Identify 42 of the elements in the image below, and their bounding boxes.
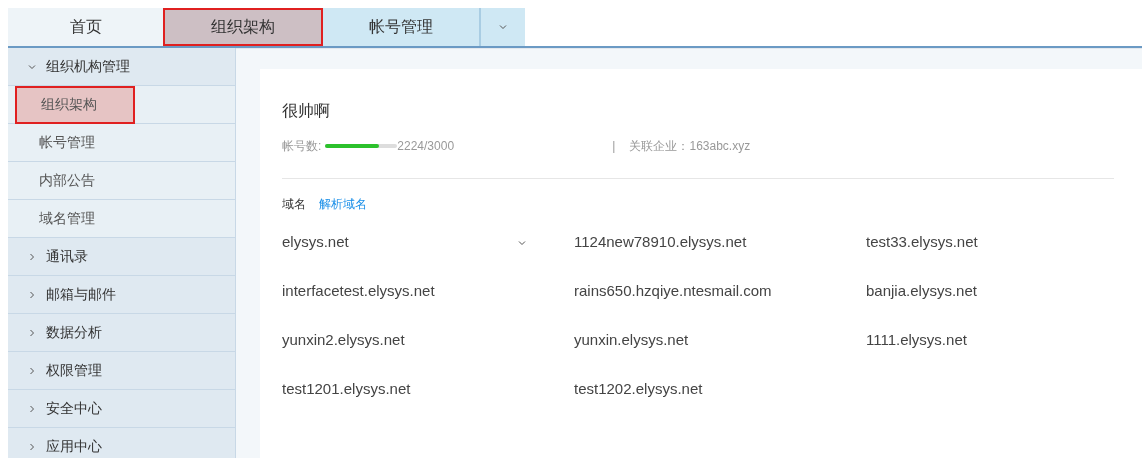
domain-name: test33.elysys.net (866, 232, 978, 253)
chevron-icon (518, 238, 526, 247)
sidebar-group[interactable]: 通讯录 (8, 238, 235, 276)
tab[interactable]: 首页 (8, 8, 163, 46)
domain-name: banjia.elysys.net (866, 281, 977, 302)
domain-select[interactable]: elysys.net (282, 231, 526, 254)
sidebar-group[interactable]: 安全中心 (8, 390, 235, 428)
section-label: 域名 (282, 196, 306, 213)
tab[interactable]: 组织架构 (163, 8, 323, 46)
tab[interactable]: 帐号管理 (323, 8, 480, 46)
chevron-icon (28, 404, 36, 413)
separator: | (612, 138, 616, 155)
chevron-icon (28, 252, 36, 261)
company-label: 关联企业：163abc.xyz (629, 138, 751, 155)
link[interactable]: 解析域名 (319, 195, 367, 213)
domain-name: rains650.hzqiye.ntesmail.com (574, 281, 772, 302)
domain-name: 1111.elysys.net (866, 330, 967, 351)
domain-name: test1201.elysys.net (282, 379, 411, 400)
sidebar-item[interactable]: 组织架构 (15, 85, 135, 124)
sidebar-item[interactable]: 帐号管理 (15, 123, 135, 162)
chevron-icon (28, 328, 36, 337)
label: 帐号数: (282, 138, 322, 155)
caret-icon (499, 23, 507, 31)
domain-name: 1124new78910.elysys.net (574, 232, 747, 253)
sidebar-group[interactable]: 邮箱与邮件 (8, 276, 235, 314)
sidebar-item[interactable]: 域名管理 (15, 199, 135, 238)
org-name: 很帅啊 (282, 101, 331, 121)
sidebar-group[interactable]: 数据分析 (8, 314, 235, 352)
chevron-icon (28, 62, 36, 71)
chevron-icon (28, 290, 36, 299)
domain-name: interfacetest.elysys.net (282, 281, 435, 302)
account-count: 2224/3000 (397, 138, 456, 155)
domain-name: yunxin.elysys.net (574, 330, 689, 351)
chevron-icon (28, 366, 36, 375)
tab-menu-button[interactable] (480, 8, 525, 46)
chevron-icon (28, 442, 36, 451)
sidebar-group[interactable]: 应用中心 (8, 428, 235, 458)
sidebar-item[interactable]: 内部公告 (15, 161, 135, 200)
domain-name: yunxin2.elysys.net (282, 330, 405, 351)
domain-name: test1202.elysys.net (574, 379, 703, 400)
sidebar-group[interactable]: 权限管理 (8, 352, 235, 390)
sidebar-group[interactable]: 组织机构管理 (8, 48, 235, 86)
